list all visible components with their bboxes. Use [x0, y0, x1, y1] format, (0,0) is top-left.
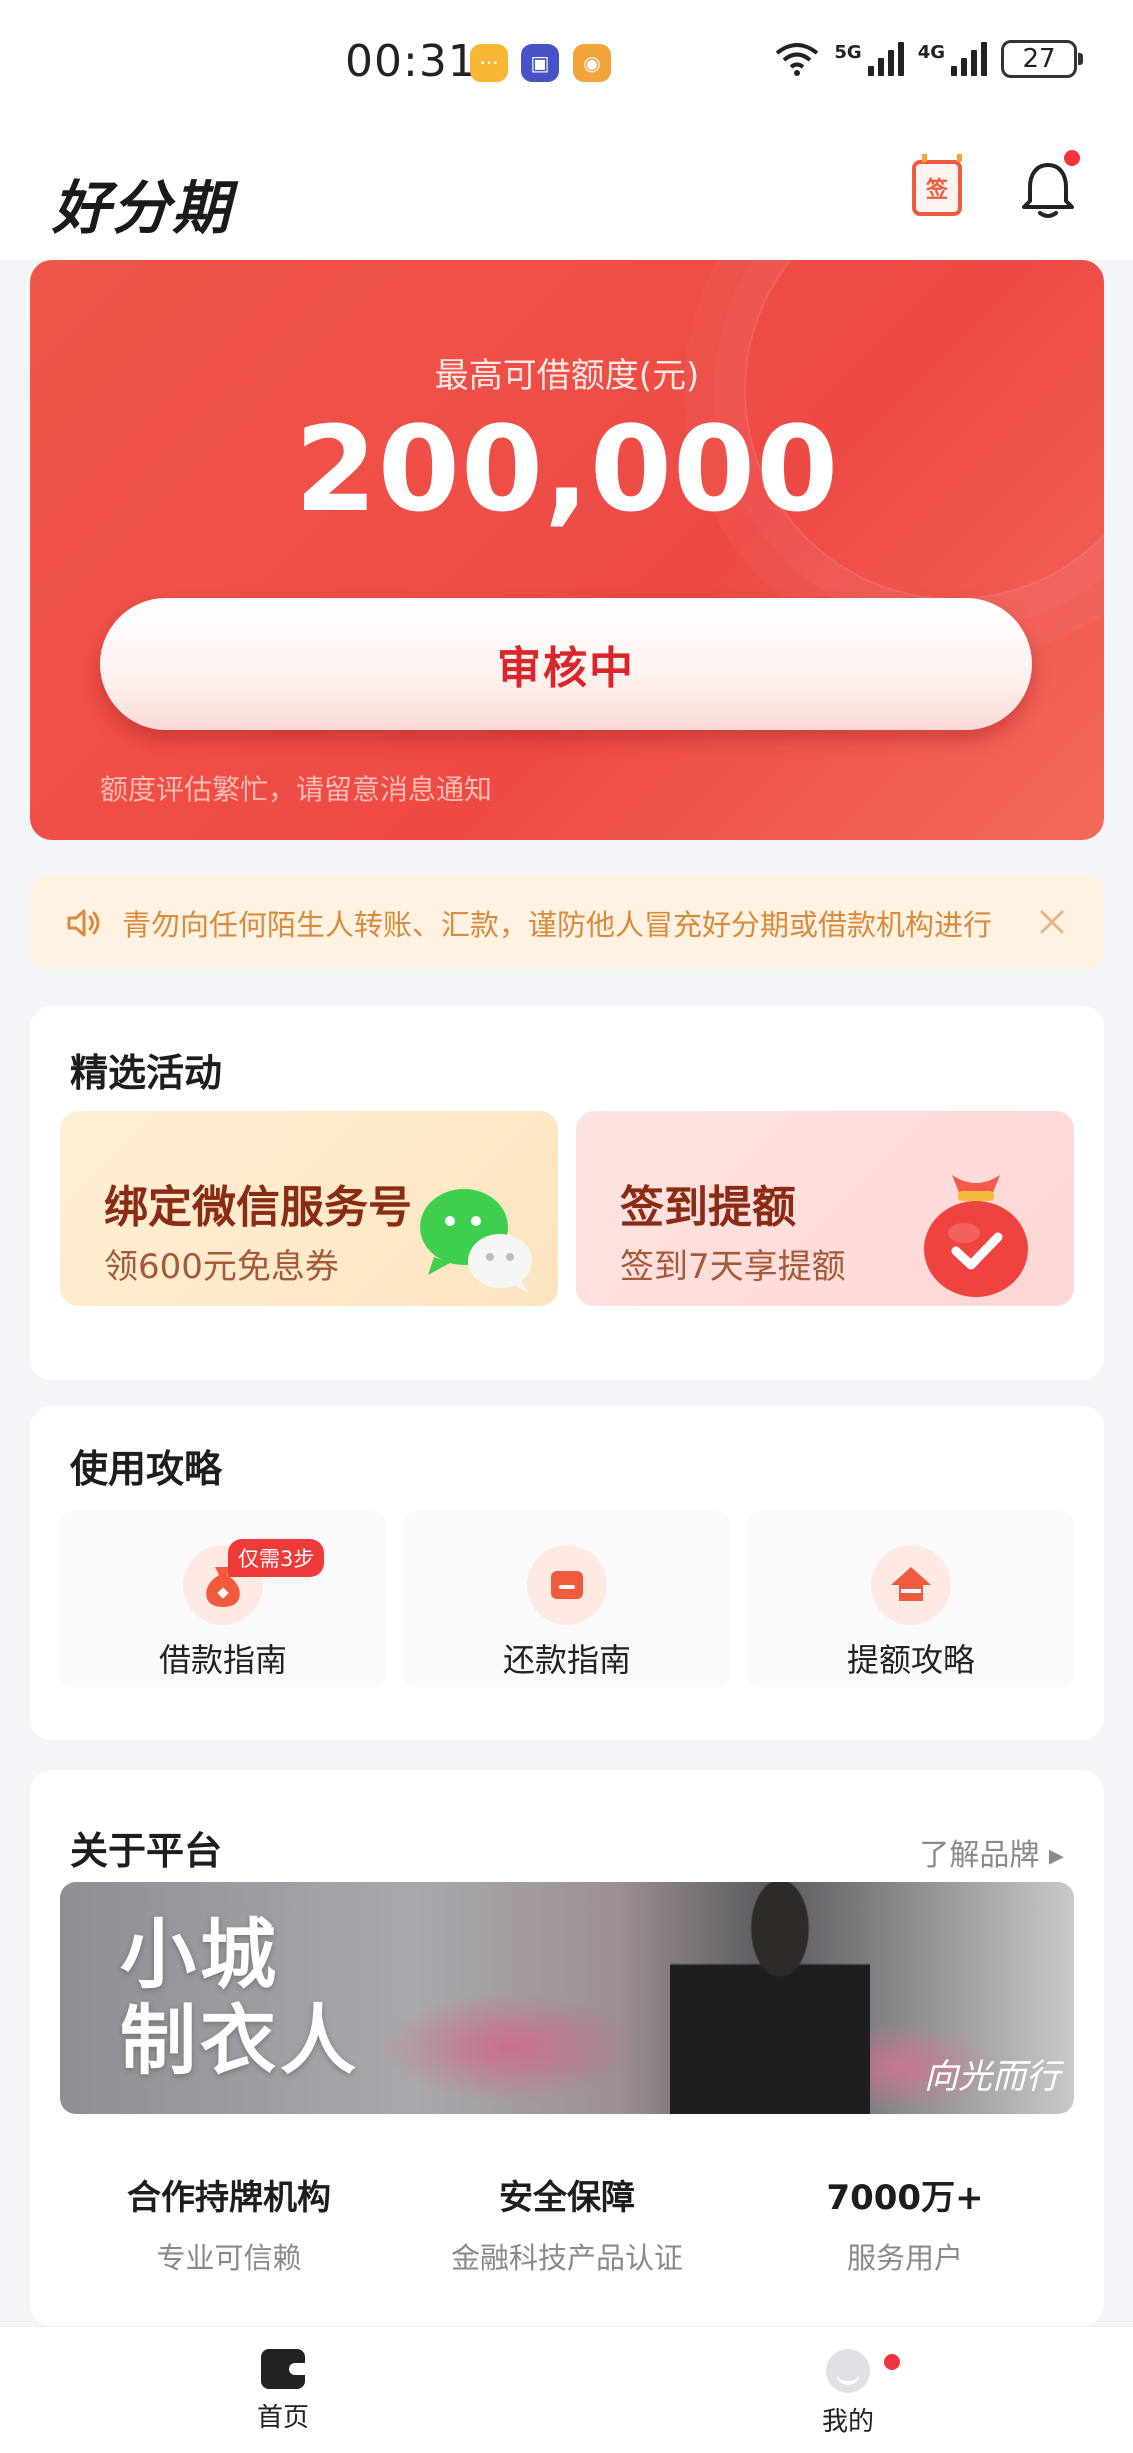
banner-worker-image [670, 1882, 870, 2114]
speaker-icon [67, 909, 100, 937]
stat-subtitle: 专业可信赖 [156, 2241, 302, 2275]
avatar-icon [826, 2349, 870, 2393]
bottom-nav: 首页 我的 [0, 2326, 1133, 2453]
signal-5g-icon: 5G [834, 42, 904, 76]
check-in-boost-subtitle: 签到7天享提额 [620, 1247, 846, 1287]
chat-app-icon: ··· [470, 44, 508, 82]
fraud-notice-bar[interactable]: 青勿向任何陌生人转账、汇款，谨防他人冒充好分期或借款机构进行 [30, 876, 1104, 970]
app-header: 好分期 签 [0, 125, 1133, 260]
borrow-guide-tile[interactable]: 仅需3步 借款指南 [60, 1511, 386, 1687]
wifi-icon [776, 43, 819, 76]
stat-title: 7000万+ [826, 2178, 984, 2218]
usage-guide-title: 使用攻略 [70, 1447, 223, 1491]
stat-title: 合作持牌机构 [127, 2178, 331, 2218]
stat-subtitle: 金融科技产品认证 [450, 2241, 683, 2275]
house-up-icon [871, 1545, 951, 1625]
credit-limit-card: 最高可借额度(元) 200,000 审核中 额度评估繁忙，请留意消息通知 [30, 260, 1104, 840]
bind-wechat-subtitle: 领600元免息券 [104, 1247, 339, 1287]
nav-home-label: 首页 [256, 2403, 309, 2433]
stat-title: 安全保障 [499, 2178, 635, 2218]
banner-title: 小城 制衣人 [120, 1912, 360, 2084]
banner-title-line-2: 制衣人 [120, 1996, 360, 2085]
credit-limit-amount: 200,000 [294, 400, 840, 538]
banner-title-line-1: 小城 [120, 1910, 280, 1999]
signal-4g-icon: 4G [918, 42, 987, 76]
battery-icon: 27 [1001, 40, 1083, 78]
about-platform-card: 关于平台 了解品牌 ▸ 小城 制衣人 向光而行 合作持牌机构 专业可信赖 安全保… [30, 1770, 1104, 2326]
featured-activities-title: 精选活动 [70, 1051, 223, 1095]
status-time: 00:31 [345, 36, 477, 87]
wechat-icon [420, 1189, 532, 1293]
borrow-guide-label: 借款指南 [158, 1641, 287, 1679]
app-logo: 好分期 [52, 174, 233, 242]
check-in-boost-tile[interactable]: 签到提额 签到7天享提额 [576, 1111, 1074, 1306]
featured-activities-card: 精选活动 绑定微信服务号 领600元免息券 签到提额 签到7天享提额 [30, 1006, 1104, 1380]
brand-story-banner[interactable]: 小城 制衣人 向光而行 [60, 1882, 1074, 2114]
learn-brand-link[interactable]: 了解品牌 ▸ [919, 1830, 1064, 1874]
review-status-button[interactable]: 审核中 [100, 598, 1032, 730]
check-in-calendar-button[interactable]: 签 [912, 154, 962, 216]
bind-wechat-tile[interactable]: 绑定微信服务号 领600元免息券 [60, 1111, 558, 1306]
about-platform-title: 关于平台 [70, 1829, 223, 1873]
camera-app-icon: ◉ [573, 44, 611, 82]
usage-guide-card: 使用攻略 仅需3步 借款指南 还款指南 提额攻略 [30, 1406, 1104, 1740]
stat-security: 安全保障 金融科技产品认证 [398, 2170, 736, 2277]
repay-guide-tile[interactable]: 还款指南 [404, 1511, 730, 1687]
wallet-icon [261, 2349, 305, 2389]
limit-boost-label: 提额攻略 [846, 1641, 975, 1679]
notice-text: 青勿向任何陌生人转账、汇款，谨防他人冒充好分期或借款机构进行 [122, 908, 993, 942]
lucky-bag-icon [924, 1175, 1028, 1297]
bind-wechat-title: 绑定微信服务号 [104, 1182, 412, 1233]
check-in-boost-title: 签到提额 [620, 1182, 796, 1233]
limit-boost-tile[interactable]: 提额攻略 [748, 1511, 1074, 1687]
stat-subtitle: 服务用户 [846, 2241, 963, 2275]
bell-icon[interactable] [1018, 157, 1078, 221]
steps-badge: 仅需3步 [228, 1539, 325, 1577]
stat-users: 7000万+ 服务用户 [736, 2170, 1074, 2277]
status-indicators: 5G 4G 27 [774, 40, 1083, 78]
banner-fabric-blur [380, 1992, 640, 2102]
notification-dot [1064, 150, 1080, 166]
nav-me-label: 我的 [821, 2407, 874, 2437]
sticker-app-icon: ▣ [521, 44, 559, 82]
nav-home[interactable]: 首页 [223, 2349, 343, 2434]
wallet-icon [527, 1545, 607, 1625]
close-icon[interactable] [1036, 906, 1068, 938]
stat-licensed-partners: 合作持牌机构 专业可信赖 [60, 2170, 398, 2277]
nav-me-notification-dot [884, 2354, 900, 2370]
status-bar: 00:31 ··· ▣ ◉ 5G 4G 27 [0, 0, 1133, 125]
repay-guide-label: 还款指南 [502, 1641, 631, 1679]
credit-limit-label: 最高可借额度(元) [434, 356, 700, 396]
banner-slogan: 向光而行 [924, 2057, 1060, 2097]
credit-limit-tip: 额度评估繁忙，请留意消息通知 [100, 773, 493, 806]
